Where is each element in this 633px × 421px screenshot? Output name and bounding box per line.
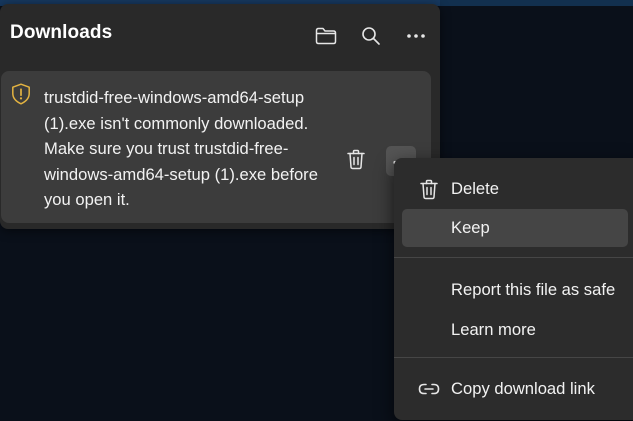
search-icon: [361, 26, 381, 46]
folder-icon: [315, 27, 337, 45]
menu-item-label: Copy download link: [451, 379, 595, 398]
menu-item-learn-more[interactable]: Learn more: [402, 311, 628, 349]
message-line: trustdid-free-windows-amd64-setup: [44, 88, 305, 107]
panel-title: Downloads: [10, 22, 113, 43]
shield-warning-icon: [11, 83, 31, 105]
screen: Downloads trustdid-free-windows-amd64-se…: [0, 0, 633, 421]
downloads-panel: Downloads trustdid-free-windows-amd64-se…: [0, 4, 440, 229]
more-options-button[interactable]: [398, 18, 434, 54]
more-icon: [406, 33, 426, 39]
menu-item-delete[interactable]: Delete: [402, 170, 628, 208]
menu-item-label: Learn more: [451, 320, 536, 339]
download-warning-message: trustdid-free-windows-amd64-setup (1).ex…: [44, 85, 344, 213]
background-window-edge: [440, 0, 633, 6]
link-icon: [418, 378, 440, 400]
message-line: Make sure you trust trustdid-free-: [44, 139, 289, 158]
download-context-menu: Delete Keep Report this file as safe Lea…: [394, 158, 633, 420]
menu-item-label: Keep: [451, 218, 490, 237]
menu-separator: [394, 257, 633, 258]
search-downloads-button[interactable]: [353, 18, 389, 54]
menu-item-copy-link[interactable]: Copy download link: [402, 370, 628, 408]
menu-item-label: Delete: [451, 179, 499, 198]
menu-separator: [394, 357, 633, 358]
delete-download-button[interactable]: [341, 147, 371, 177]
message-line: you open it.: [44, 190, 130, 209]
trash-icon: [418, 178, 440, 200]
trash-icon: [347, 149, 365, 175]
message-line: windows-amd64-setup (1).exe before: [44, 164, 318, 184]
open-folder-button[interactable]: [308, 18, 344, 54]
menu-item-label: Report this file as safe: [451, 280, 616, 299]
menu-item-report-safe[interactable]: Report this file as safe: [402, 271, 628, 309]
menu-item-keep[interactable]: Keep: [402, 209, 628, 247]
message-line: (1).exe isn't commonly downloaded.: [44, 113, 309, 133]
download-item: trustdid-free-windows-amd64-setup (1).ex…: [1, 71, 431, 223]
